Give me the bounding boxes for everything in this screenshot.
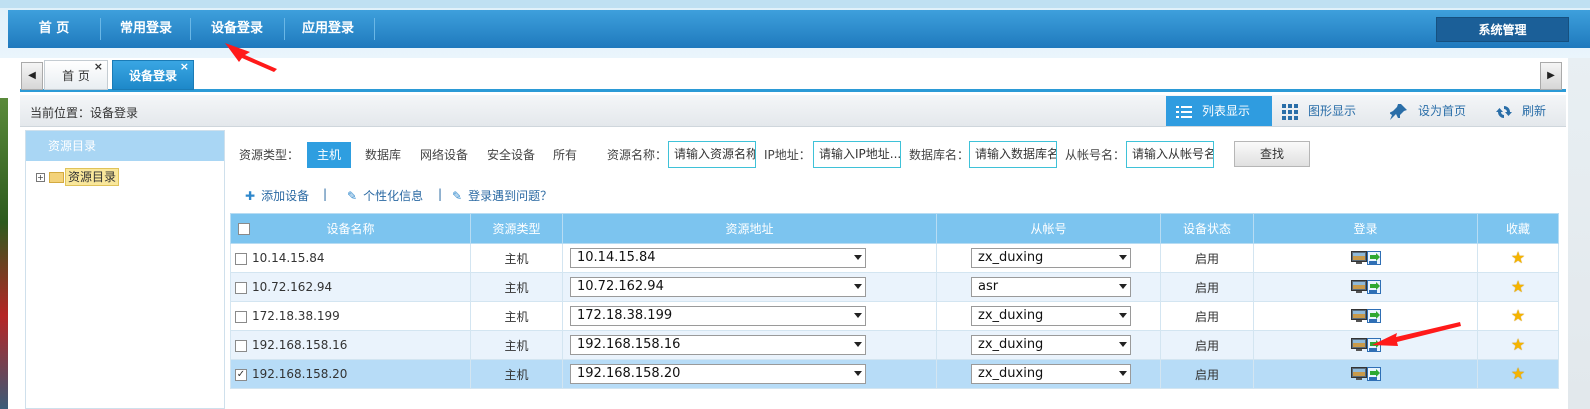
annotation-overlay xyxy=(225,43,1461,346)
annotation-arrow-login xyxy=(1372,322,1461,346)
annotation-arrow-nav xyxy=(225,43,277,72)
